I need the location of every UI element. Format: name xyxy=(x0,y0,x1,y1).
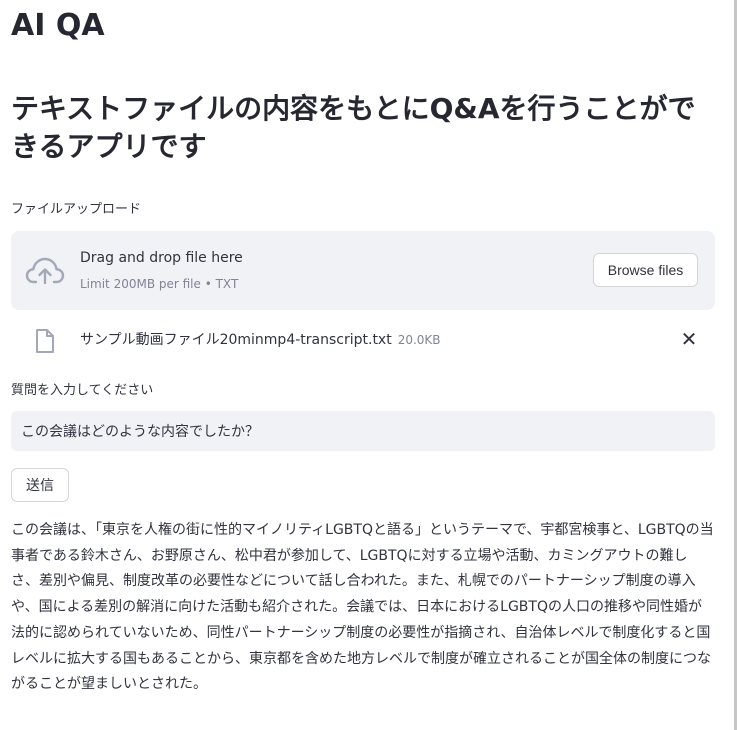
file-dropzone[interactable]: Drag and drop file here Limit 200MB per … xyxy=(11,231,715,310)
dropzone-limit-text: Limit 200MB per file • TXT xyxy=(80,277,239,291)
uploaded-file-info: サンプル動画ファイル20minmp4-transcript.txt 20.0KB xyxy=(80,330,441,350)
uploaded-file-name: サンプル動画ファイル20minmp4-transcript.txt xyxy=(80,332,392,348)
uploaded-file-row: サンプル動画ファイル20minmp4-transcript.txt 20.0KB … xyxy=(11,320,715,360)
file-icon xyxy=(34,328,56,354)
browse-files-button[interactable]: Browse files xyxy=(593,253,698,287)
remove-file-button[interactable]: ✕ xyxy=(679,328,699,350)
dropzone-instructions: Drag and drop file here xyxy=(80,250,243,266)
app-title: AI QA xyxy=(11,8,105,43)
uploaded-file-size: 20.0KB xyxy=(397,333,441,347)
question-label: 質問を入力してください xyxy=(11,383,154,398)
app-subtitle: テキストファイルの内容をもとにQ&Aを行うことができるアプリです xyxy=(11,92,696,163)
file-upload-label: ファイルアップロード xyxy=(11,202,142,217)
question-input[interactable] xyxy=(11,411,715,451)
answer-text: この会議は、「東京を人権の街に性的マイノリティLGBTQと語る」というテーマで、… xyxy=(11,522,714,693)
cloud-upload-icon xyxy=(25,255,65,287)
send-button[interactable]: 送信 xyxy=(11,468,69,502)
